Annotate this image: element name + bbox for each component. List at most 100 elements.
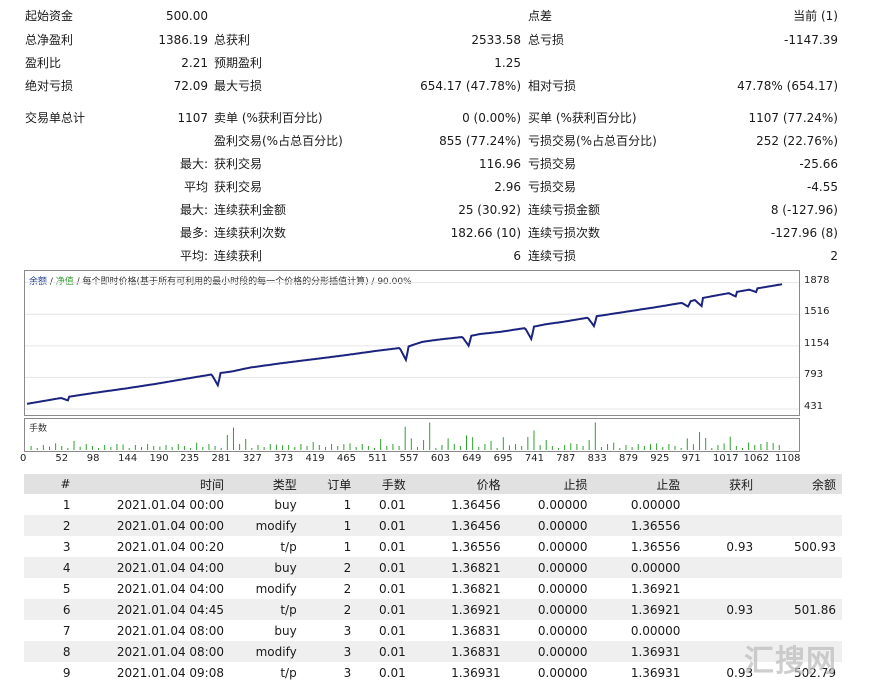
cell-balance — [759, 557, 842, 578]
cell-type: t/p — [280, 539, 297, 554]
balance-plot — [25, 282, 799, 410]
cell-number: 7 — [62, 623, 71, 638]
cell-time: 2021.01.04 09:08 — [116, 665, 224, 680]
cell-lots: 0.01 — [357, 641, 412, 662]
label-maximal-consecutive-profit: 连续获利次数 — [214, 226, 287, 240]
value-profit-factor: 2.21 — [181, 56, 208, 70]
cell-price: 1.36831 — [451, 623, 501, 638]
value-average-profit-trade: 2.96 — [494, 180, 521, 194]
label-gross-loss: 总亏损 — [528, 33, 565, 47]
y-tick-label: 431 — [804, 401, 824, 412]
value-largest-profit-trade: 116.96 — [479, 157, 521, 171]
label-spread: 点差 — [528, 9, 553, 23]
label-profit-factor: 盈利比 — [25, 56, 62, 70]
label-absolute-drawdown: 绝对亏损 — [25, 79, 74, 93]
value-short-positions: 0 (0.00%) — [462, 111, 521, 125]
cell-price: 1.36456 — [411, 515, 507, 536]
volume-chart: 手数 — [24, 418, 800, 452]
label-short-positions: 卖单 (%获利百分比) — [214, 111, 323, 125]
col-order[interactable]: 订单 — [302, 474, 358, 494]
x-tick-label: 373 — [274, 453, 294, 464]
cell-type: modify — [230, 515, 303, 536]
cell-price: 1.36831 — [411, 641, 507, 662]
cell-order: 1 — [343, 497, 352, 512]
col-price[interactable]: 价格 — [411, 474, 507, 494]
label-average-loss-trade: 亏损交易 — [528, 180, 577, 194]
table-row[interactable]: 5 2021.01.04 04:00 modify 2 0.01 1.36821 0.000… — [24, 578, 842, 599]
cell-stop-loss: 0.00000 — [506, 641, 594, 662]
col-number[interactable]: # — [24, 474, 77, 494]
y-tick-label: 1154 — [804, 337, 830, 349]
cell-lots: 0.01 — [379, 497, 406, 512]
cell-time: 2021.01.04 00:00 — [116, 497, 224, 512]
cell-stop-loss: 0.00000 — [506, 557, 594, 578]
cell-time: 2021.01.04 04:45 — [76, 599, 230, 620]
col-lots[interactable]: 手数 — [357, 474, 412, 494]
balance-line — [26, 283, 783, 405]
cell-order: 2 — [302, 557, 358, 578]
prefix-average: 平均 — [183, 180, 208, 194]
x-tick-label: 741 — [524, 453, 545, 464]
label-largest-loss-trade: 亏损交易 — [528, 157, 577, 171]
col-profit[interactable]: 获利 — [686, 474, 760, 494]
col-type[interactable]: 类型 — [230, 474, 303, 494]
cell-lots: 0.01 — [357, 515, 412, 536]
cell-number: 4 — [24, 557, 77, 578]
cell-take-profit: 1.36556 — [593, 515, 687, 536]
label-average-consecutive-wins: 连续获利 — [214, 249, 263, 263]
cell-time: 2021.01.04 08:00 — [116, 623, 224, 638]
watermark-logo: 汇搜网 — [744, 644, 837, 679]
col-balance[interactable]: 余额 — [759, 474, 842, 494]
cell-take-profit: 1.36556 — [630, 539, 681, 554]
value-average-loss-trade: -4.55 — [806, 180, 838, 194]
label-max-consecutive-losses: 连续亏损金额 — [528, 203, 601, 217]
table-row[interactable]: 7 2021.01.04 08:00 buy 3 0.01 1.36831 0.00000 0… — [24, 620, 842, 641]
label-gross-profit: 总获利 — [214, 33, 251, 47]
value-maximal-consecutive-loss: -127.96 (8) — [770, 226, 838, 240]
table-row[interactable]: 3 2021.01.04 00:20 t/p 1 0.01 1.36556 0.00000 1… — [24, 536, 842, 557]
table-row[interactable]: 2 2021.01.04 00:00 modify 1 0.01 1.36456 0.000… — [24, 515, 842, 536]
label-profit-trades: 盈利交易(%占总百分比) — [214, 134, 343, 148]
cell-order: 3 — [343, 623, 352, 638]
label-loss-trades: 亏损交易(%占总百分比) — [528, 134, 657, 148]
cell-number: 8 — [24, 641, 77, 662]
label-largest-profit-trade: 获利交易 — [214, 157, 263, 171]
value-net-profit: 1386.19 — [158, 33, 208, 47]
table-row[interactable]: 8 2021.01.04 08:00 modify 3 0.01 1.36831 0.000… — [24, 641, 842, 662]
cell-order: 1 — [343, 539, 352, 554]
col-stop-loss[interactable]: 止损 — [506, 474, 594, 494]
x-tick-label: 1017 — [713, 453, 739, 464]
label-total-trades: 交易单总计 — [25, 111, 86, 125]
table-row[interactable]: 4 2021.01.04 04:00 buy 2 0.01 1.36821 0.00000 0… — [24, 557, 842, 578]
table-row[interactable]: 6 2021.01.04 04:45 t/p 2 0.01 1.36921 0.00000 1… — [24, 599, 842, 620]
value-expected-payoff: 1.25 — [494, 56, 521, 70]
y-tick-label: 1516 — [804, 306, 830, 318]
cell-profit: 0.93 — [686, 599, 760, 620]
value-largest-loss-trade: -25.66 — [799, 157, 838, 171]
value-maximal-drawdown: 654.17 (47.78%) — [420, 79, 521, 93]
value-initial-deposit: 500.00 — [166, 9, 208, 23]
value-average-consecutive-wins: 6 — [513, 249, 521, 263]
cell-price: 1.36931 — [451, 665, 501, 680]
table-row[interactable]: 9 2021.01.04 09:08 t/p 3 0.01 1.36931 0.00000 1… — [24, 662, 842, 683]
balance-chart: 余额 / 净值 / 每个即时价格(基于所有可利用的最小时段的每一个价格的分形插值… — [24, 270, 800, 416]
value-max-consecutive-losses: 8 (-127.96) — [770, 203, 838, 217]
table-row[interactable]: 1 2021.01.04 00:00 buy 1 0.01 1.36456 0.00000 0… — [24, 494, 842, 515]
col-time[interactable]: 时间 — [76, 474, 230, 494]
cell-take-profit: 1.36921 — [593, 599, 687, 620]
cell-time: 2021.01.04 04:00 — [76, 557, 230, 578]
col-take-profit[interactable]: 止盈 — [593, 474, 687, 494]
value-maximal-consecutive-profit: 182.66 (10) — [450, 226, 521, 240]
x-tick-label: 419 — [305, 453, 325, 464]
label-expected-payoff: 预期盈利 — [214, 56, 263, 70]
cell-take-profit: 1.36921 — [630, 581, 681, 596]
y-tick-label: 1878 — [804, 274, 830, 286]
x-tick-label: 465 — [336, 453, 356, 464]
cell-stop-loss: 0.00000 — [537, 581, 588, 596]
label-maximal-drawdown: 最大亏损 — [214, 79, 263, 93]
x-tick-label: 190 — [149, 453, 169, 464]
label-average-profit-trade: 获利交易 — [214, 180, 263, 194]
report-summary: 起始资金 500.00 点差 当前 (1) 总净盈利 1386.19 总获利 2… — [0, 0, 874, 268]
cell-price: 1.36456 — [451, 497, 501, 512]
label-initial-deposit: 起始资金 — [25, 9, 74, 23]
